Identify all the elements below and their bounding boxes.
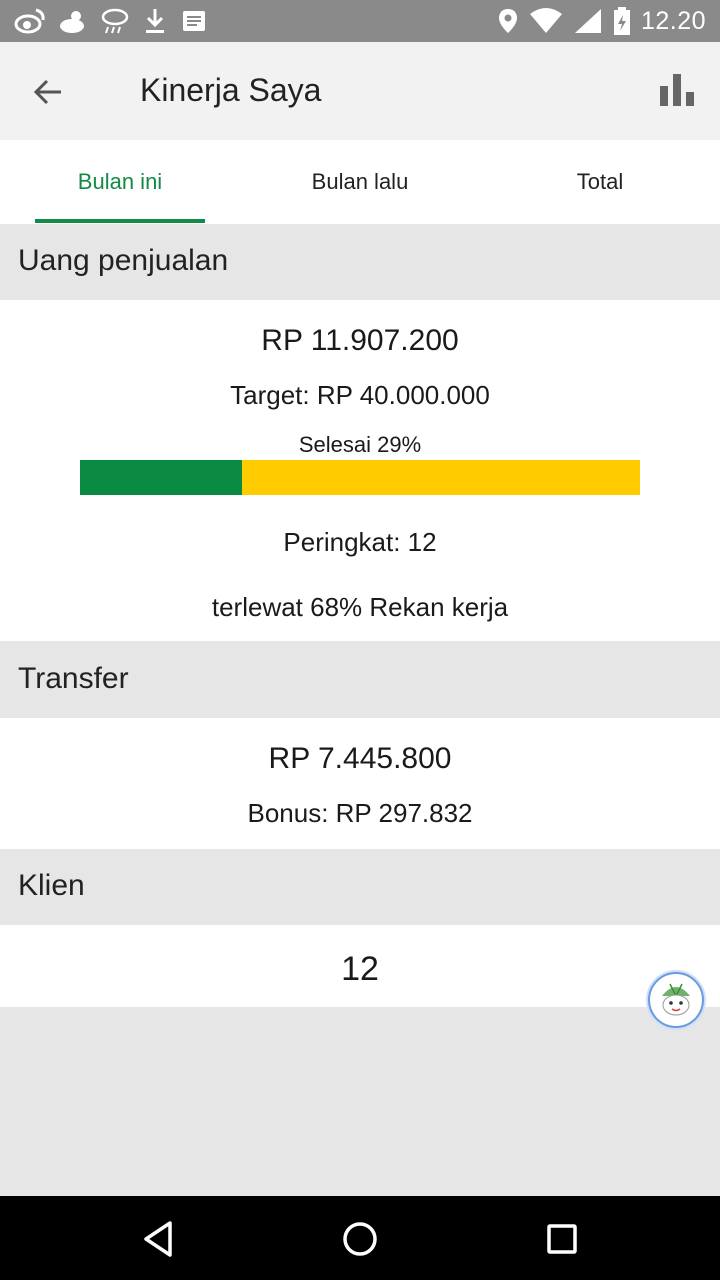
tab-this-month[interactable]: Bulan ini xyxy=(0,140,240,224)
status-bar: 12.20 xyxy=(0,0,720,42)
tab-last-month[interactable]: Bulan lalu xyxy=(240,140,480,224)
sales-amount: RP 11.907.200 xyxy=(261,324,459,357)
progress-bar-fill xyxy=(80,460,243,495)
transfer-amount: RP 7.445.800 xyxy=(268,742,452,775)
page-title: Kinerja Saya xyxy=(140,72,322,108)
tab-total[interactable]: Total xyxy=(480,140,720,224)
status-time: 12.20 xyxy=(640,6,706,35)
clients-header-label: Klien xyxy=(18,869,85,902)
wifi-icon xyxy=(529,8,562,33)
message-icon xyxy=(183,11,205,31)
weibo-icon xyxy=(14,8,45,34)
transfer-section-body xyxy=(0,718,720,849)
app-bar: Kinerja Saya xyxy=(0,42,720,140)
tab-indicator xyxy=(35,219,205,223)
sales-header-label: Uang penjualan xyxy=(18,244,229,277)
back-triangle-icon[interactable] xyxy=(134,1214,184,1264)
assistant-mascot-icon xyxy=(662,983,690,1016)
download-icon xyxy=(146,9,164,33)
clients-count: 12 xyxy=(341,950,379,988)
battery-icon xyxy=(613,7,630,35)
tab-bar: Bulan ini Bulan lalu Total xyxy=(0,140,720,224)
transfer-section-header: Transfer xyxy=(0,642,720,718)
home-circle-icon[interactable] xyxy=(335,1214,385,1264)
progress-label: Selesai 29% xyxy=(298,432,422,457)
sales-section-header: Uang penjualan xyxy=(0,224,720,300)
cloud-sun-icon xyxy=(60,11,84,33)
surpassed-text: terlewat 68% Rekan kerja xyxy=(211,592,509,622)
progress-bar xyxy=(80,460,640,495)
location-icon xyxy=(498,9,517,33)
assistant-bubble[interactable] xyxy=(648,972,704,1028)
arrow-left-icon[interactable] xyxy=(28,72,68,112)
clients-section-header: Klien xyxy=(0,849,720,925)
bar-chart-icon[interactable] xyxy=(660,72,694,108)
system-nav-bar xyxy=(0,1196,720,1280)
signal-icon xyxy=(574,9,601,33)
recents-square-icon[interactable] xyxy=(537,1214,587,1264)
transfer-header-label: Transfer xyxy=(18,662,129,695)
rain-icon xyxy=(101,8,129,34)
sales-target: Target: RP 40.000.000 xyxy=(230,380,490,410)
rank-text: Peringkat: 12 xyxy=(283,527,437,557)
transfer-bonus: Bonus: RP 297.832 xyxy=(247,798,473,828)
